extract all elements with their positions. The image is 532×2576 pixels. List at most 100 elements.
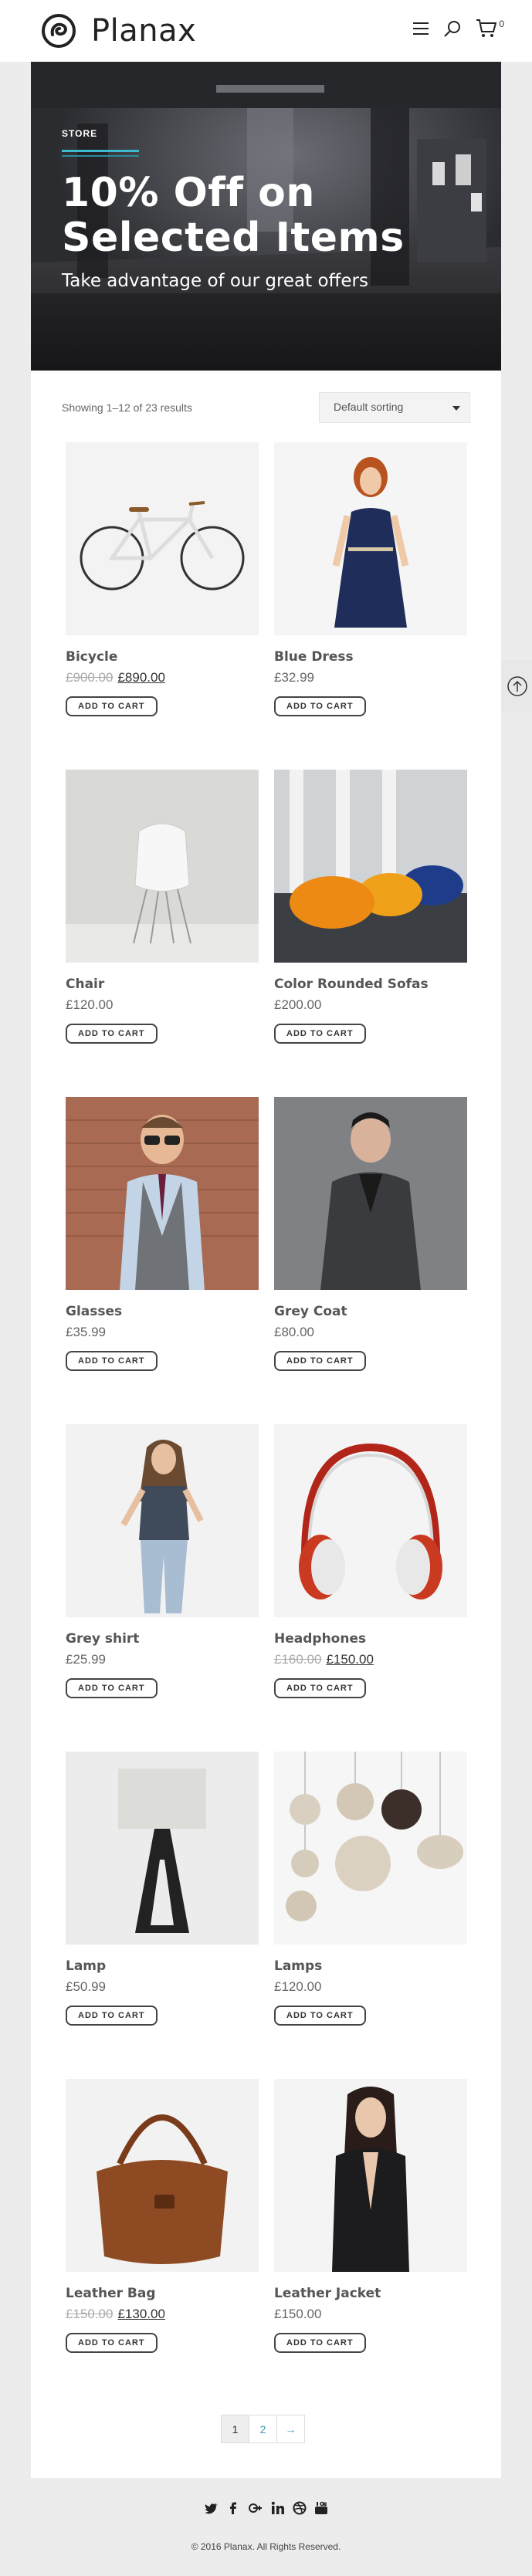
page-1-current: 1	[221, 2415, 249, 2443]
arrow-up-circle-icon	[507, 675, 527, 696]
product-name[interactable]: Grey shirt	[66, 1631, 259, 1647]
add-to-cart-button[interactable]: ADD TO CART	[274, 696, 366, 716]
product-card: Lamps £120.00 ADD TO CART	[274, 1752, 467, 2026]
bicycle-image	[66, 442, 259, 635]
product-card: Grey Coat £80.00 ADD TO CART	[274, 1097, 467, 1371]
planax-logo-icon	[42, 14, 76, 48]
sort-select[interactable]: Default sorting	[319, 392, 470, 423]
product-card: Glasses £35.99 ADD TO CART	[66, 1097, 259, 1371]
grey-shirt-image	[66, 1424, 259, 1617]
add-to-cart-button[interactable]: ADD TO CART	[274, 2333, 366, 2353]
hero-title-line1: 10% Off on	[62, 170, 315, 216]
product-price: £35.99	[66, 1325, 106, 1339]
add-to-cart-button[interactable]: ADD TO CART	[66, 1351, 158, 1371]
product-card: Headphones £160.00 £150.00 ADD TO CART	[274, 1424, 467, 1698]
cart-count: 0	[499, 19, 504, 29]
add-to-cart-button[interactable]: ADD TO CART	[66, 1678, 158, 1698]
product-image[interactable]	[274, 770, 467, 963]
product-image[interactable]	[274, 1752, 467, 1945]
product-card: Chair £120.00 ADD TO CART	[66, 770, 259, 1044]
add-to-cart-button[interactable]: ADD TO CART	[66, 2333, 158, 2353]
add-to-cart-button[interactable]: ADD TO CART	[66, 1024, 158, 1044]
product-name[interactable]: Lamp	[66, 1958, 259, 1974]
blue-dress-image	[274, 442, 467, 635]
headphones-image	[274, 1424, 467, 1617]
product-name[interactable]: Chair	[66, 977, 259, 992]
lamp-image	[66, 1752, 259, 1945]
product-image[interactable]	[66, 770, 259, 963]
dribbble-icon[interactable]	[293, 2501, 307, 2515]
product-card: Color Rounded Sofas £200.00 ADD TO CART	[274, 770, 467, 1044]
product-price: £25.99	[66, 1652, 106, 1667]
pagination: 1 2 →	[221, 2415, 305, 2443]
product-sale-price: £150.00	[326, 1652, 374, 1667]
twitter-icon[interactable]	[204, 2501, 219, 2515]
grey-coat-image	[274, 1097, 467, 1290]
product-name[interactable]: Leather Bag	[66, 2286, 259, 2301]
facebook-icon[interactable]	[226, 2501, 240, 2515]
caret-down-icon	[452, 406, 460, 411]
add-to-cart-button[interactable]: ADD TO CART	[274, 1351, 366, 1371]
leather-bag-image	[66, 2079, 259, 2272]
sofas-image	[274, 770, 467, 963]
product-image[interactable]	[274, 1424, 467, 1617]
product-name[interactable]: Blue Dress	[274, 649, 467, 665]
product-old-price: £900.00	[66, 670, 114, 685]
shop-toolbar: Showing 1–12 of 23 results Default sorti…	[62, 392, 470, 423]
product-price: £160.00 £150.00	[274, 1652, 467, 1667]
product-price: £200.00	[274, 997, 322, 1012]
next-page-link[interactable]: →	[276, 2415, 305, 2443]
product-image[interactable]	[66, 442, 259, 635]
leather-jacket-image	[274, 2079, 467, 2272]
hero-title-line2: Selected Items	[62, 215, 405, 261]
product-card: Lamp £50.99 ADD TO CART	[66, 1752, 259, 2026]
product-image[interactable]	[66, 1424, 259, 1617]
add-to-cart-button[interactable]: ADD TO CART	[66, 2006, 158, 2026]
hamburger-menu-icon[interactable]	[412, 21, 429, 36]
hero-title: 10% Off on Selected Items	[62, 171, 405, 260]
product-old-price: £160.00	[274, 1652, 322, 1667]
sort-select-value: Default sorting	[334, 401, 404, 413]
lamps-image	[274, 1752, 467, 1945]
linkedin-icon[interactable]	[271, 2501, 285, 2515]
product-card: Leather Jacket £150.00 ADD TO CART	[274, 2079, 467, 2353]
add-to-cart-button[interactable]: ADD TO CART	[274, 1678, 366, 1698]
google-plus-icon[interactable]	[248, 2501, 263, 2515]
scroll-to-top-button[interactable]	[502, 660, 532, 712]
page-2-link[interactable]: 2	[249, 2415, 277, 2443]
shopping-cart-icon	[476, 19, 497, 37]
product-price: £50.99	[66, 1979, 106, 1994]
cart-button[interactable]: 0	[476, 19, 504, 39]
add-to-cart-button[interactable]: ADD TO CART	[66, 696, 158, 716]
add-to-cart-button[interactable]: ADD TO CART	[274, 2006, 366, 2026]
product-name[interactable]: Color Rounded Sofas	[274, 977, 467, 992]
add-to-cart-button[interactable]: ADD TO CART	[274, 1024, 366, 1044]
hero-divider-secondary	[62, 155, 139, 157]
product-image[interactable]	[274, 2079, 467, 2272]
product-image[interactable]	[66, 1097, 259, 1290]
product-price: £150.00 £130.00	[66, 2307, 259, 2322]
social-links	[0, 2501, 532, 2515]
chair-image	[66, 770, 259, 963]
product-image[interactable]	[66, 2079, 259, 2272]
product-price: £120.00	[66, 997, 114, 1012]
youtube-icon[interactable]	[314, 2501, 328, 2515]
product-image[interactable]	[274, 442, 467, 635]
product-name[interactable]: Leather Jacket	[274, 2286, 467, 2301]
product-card: Grey shirt £25.99 ADD TO CART	[66, 1424, 259, 1698]
product-image[interactable]	[66, 1752, 259, 1945]
search-icon[interactable]	[443, 19, 462, 38]
site-footer: © 2016 Planax. All Rights Reserved.	[0, 2478, 532, 2576]
product-name[interactable]: Headphones	[274, 1631, 467, 1647]
results-count: Showing 1–12 of 23 results	[62, 401, 192, 414]
product-price: £120.00	[274, 1979, 322, 1994]
logo[interactable]: Planax	[34, 13, 196, 49]
product-name[interactable]: Grey Coat	[274, 1304, 467, 1319]
product-price: £80.00	[274, 1325, 314, 1339]
hero-subtitle: Take advantage of our great offers	[62, 271, 368, 291]
product-name[interactable]: Glasses	[66, 1304, 259, 1319]
product-image[interactable]	[274, 1097, 467, 1290]
product-name[interactable]: Lamps	[274, 1958, 467, 1974]
product-name[interactable]: Bicycle	[66, 649, 259, 665]
hero-banner: STORE 10% Off on Selected Items Take adv…	[31, 62, 501, 371]
